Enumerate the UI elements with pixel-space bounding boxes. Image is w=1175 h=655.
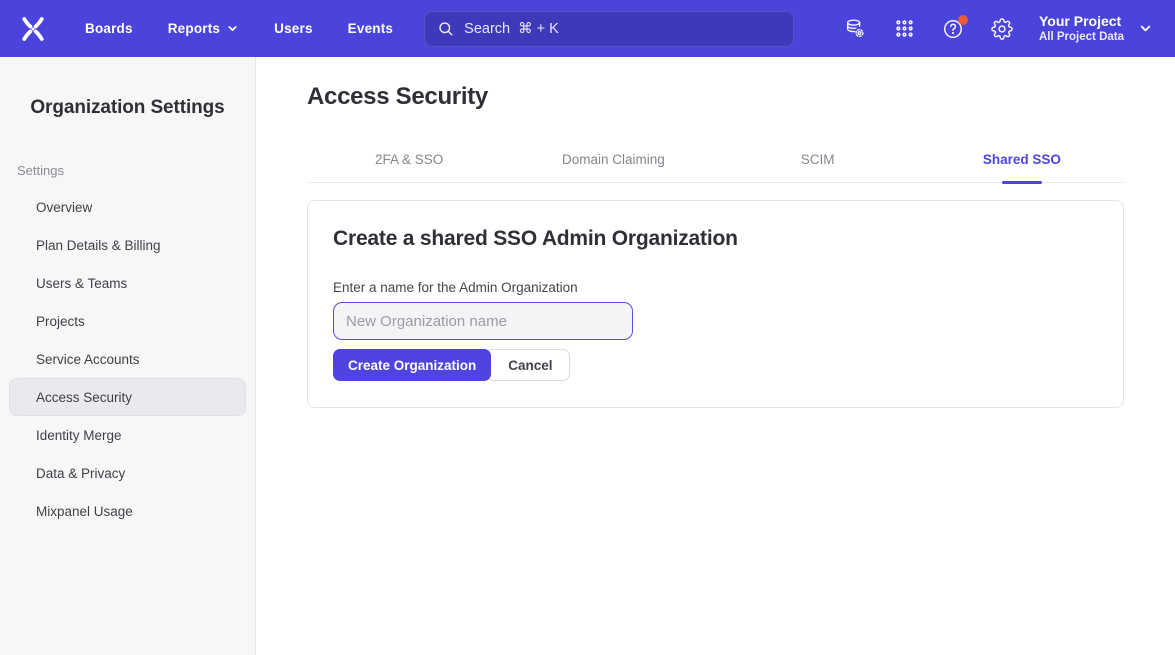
chevron-down-icon xyxy=(226,22,239,35)
apps-grid-button[interactable] xyxy=(893,18,915,40)
project-scope: All Project Data xyxy=(1039,30,1124,44)
sidebar-item-data-privacy[interactable]: Data & Privacy xyxy=(9,454,246,492)
sidebar-item-service-accounts[interactable]: Service Accounts xyxy=(9,340,246,378)
search-input[interactable] xyxy=(464,21,781,37)
tab-bar: 2FA & SSO Domain Claiming SCIM Shared SS… xyxy=(307,144,1124,183)
project-switcher[interactable]: Your Project All Project Data xyxy=(1039,13,1124,45)
project-name: Your Project xyxy=(1039,13,1124,31)
settings-button[interactable] xyxy=(991,18,1013,40)
nav-reports-label: Reports xyxy=(168,21,220,36)
org-name-input[interactable] xyxy=(333,302,633,340)
data-management-button[interactable] xyxy=(844,18,866,40)
tab-2fa-sso[interactable]: 2FA & SSO xyxy=(307,144,511,182)
tab-shared-sso[interactable]: Shared SSO xyxy=(920,144,1124,182)
project-expand-button[interactable] xyxy=(1138,21,1153,36)
sidebar-item-mixpanel-usage[interactable]: Mixpanel Usage xyxy=(9,492,246,530)
page-title: Access Security xyxy=(307,83,1124,111)
chevron-down-icon xyxy=(1138,21,1153,36)
global-search[interactable] xyxy=(424,11,794,47)
nav-users[interactable]: Users xyxy=(274,21,313,36)
search-icon xyxy=(437,20,455,38)
top-navbar: Boards Reports Users Events xyxy=(0,0,1175,57)
card-actions: Create Organization Cancel xyxy=(333,349,1098,381)
sidebar-title: Organization Settings xyxy=(0,97,255,119)
create-sso-admin-org-card: Create a shared SSO Admin Organization E… xyxy=(307,200,1124,408)
nav-reports[interactable]: Reports xyxy=(168,21,239,36)
primary-nav: Boards Reports Users Events xyxy=(85,21,393,36)
nav-boards[interactable]: Boards xyxy=(85,21,133,36)
sidebar-nav: Overview Plan Details & Billing Users & … xyxy=(0,188,255,530)
help-button[interactable] xyxy=(942,18,964,40)
tab-scim[interactable]: SCIM xyxy=(716,144,920,182)
sidebar-section-label: Settings xyxy=(17,163,255,178)
help-notification-badge xyxy=(958,15,968,25)
sidebar-item-overview[interactable]: Overview xyxy=(9,188,246,226)
gear-icon xyxy=(991,18,1013,40)
tab-domain-claiming[interactable]: Domain Claiming xyxy=(511,144,715,182)
cancel-button[interactable]: Cancel xyxy=(486,349,569,381)
sidebar-item-plan-details-billing[interactable]: Plan Details & Billing xyxy=(9,226,246,264)
active-tab-underline xyxy=(1002,181,1042,185)
grid-dots-icon xyxy=(894,18,915,39)
sidebar-item-projects[interactable]: Projects xyxy=(9,302,246,340)
main-content: Access Security 2FA & SSO Domain Claimin… xyxy=(257,57,1175,655)
database-gear-icon xyxy=(844,17,866,40)
navbar-right-group: Your Project All Project Data xyxy=(844,13,1153,45)
org-name-label: Enter a name for the Admin Organization xyxy=(333,280,1098,295)
mixpanel-x-icon xyxy=(18,14,48,44)
sidebar-item-access-security[interactable]: Access Security xyxy=(9,378,246,416)
sidebar-item-users-teams[interactable]: Users & Teams xyxy=(9,264,246,302)
create-organization-button[interactable]: Create Organization xyxy=(333,349,491,381)
mixpanel-logo[interactable] xyxy=(18,14,48,44)
sidebar-item-identity-merge[interactable]: Identity Merge xyxy=(9,416,246,454)
settings-sidebar: Organization Settings Settings Overview … xyxy=(0,57,256,655)
tab-shared-sso-label: Shared SSO xyxy=(983,152,1061,167)
card-title: Create a shared SSO Admin Organization xyxy=(333,227,1098,251)
nav-events[interactable]: Events xyxy=(348,21,393,36)
